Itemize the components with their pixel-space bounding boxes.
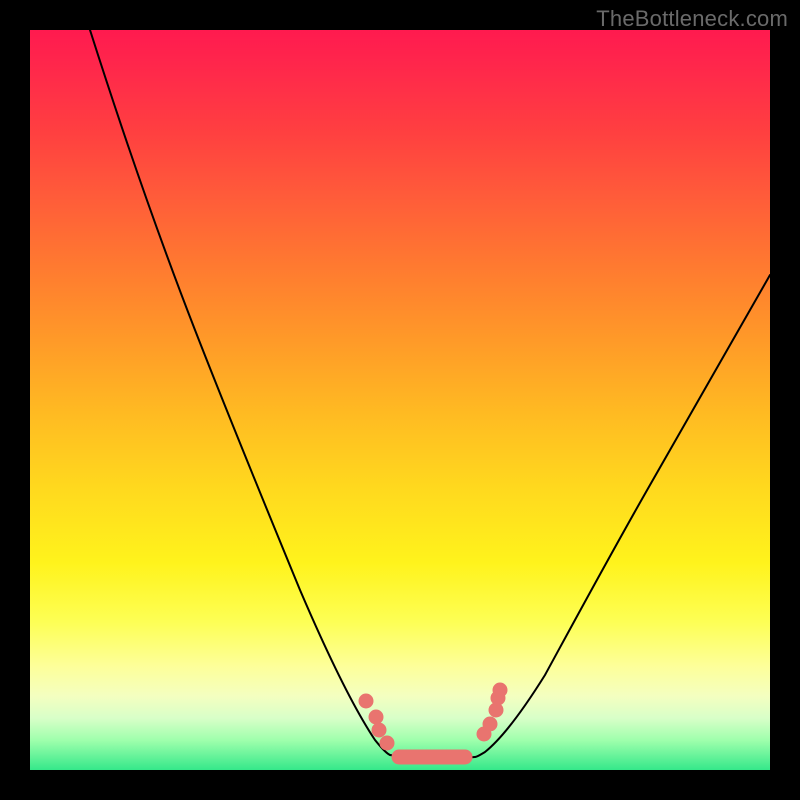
left-curve: [90, 30, 390, 755]
marker-dot: [372, 723, 386, 737]
right-curve: [475, 275, 770, 757]
plot-frame: [30, 30, 770, 770]
marker-dot: [369, 710, 383, 724]
floor-pill-marker: [392, 750, 472, 764]
marker-dot: [359, 694, 373, 708]
marker-dot: [493, 683, 507, 697]
chart-svg: [30, 30, 770, 770]
marker-dot: [380, 736, 394, 750]
watermark-text: TheBottleneck.com: [596, 6, 788, 32]
marker-dot: [483, 717, 497, 731]
